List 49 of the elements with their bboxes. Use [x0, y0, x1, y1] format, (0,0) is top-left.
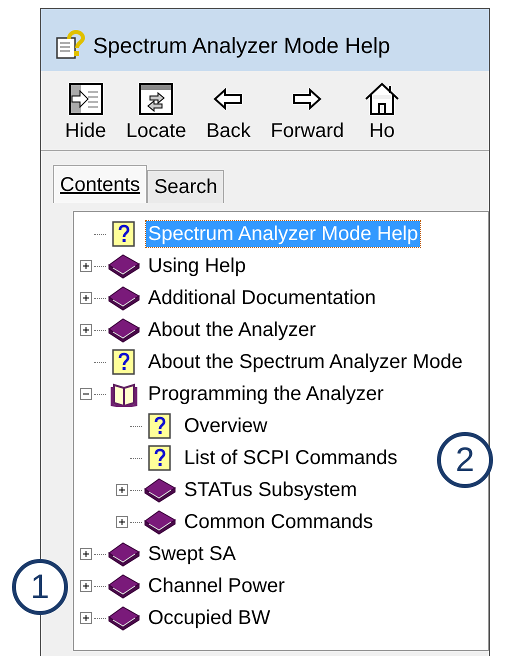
help-page-icon: [112, 349, 136, 375]
toolbar-button[interactable]: Back: [206, 82, 251, 142]
tree-item[interactable]: STATus Subsystem: [182, 477, 360, 503]
book-icon: [107, 605, 141, 631]
tree-item[interactable]: Programming the Analyzer: [146, 381, 386, 407]
tree-item[interactable]: Swept SA: [146, 541, 238, 567]
expand-icon[interactable]: [80, 580, 92, 592]
tree-item[interactable]: Occupied BW: [146, 605, 272, 631]
tab[interactable]: Contents: [53, 165, 148, 203]
tree-item[interactable]: Additional Documentation: [146, 285, 378, 311]
expand-icon[interactable]: [80, 612, 92, 624]
left-arrow-icon: [213, 88, 244, 110]
book-icon: [143, 477, 177, 503]
collapse-icon[interactable]: [80, 388, 92, 400]
book-icon: [107, 541, 141, 567]
book-icon: [107, 317, 141, 343]
window-title: Spectrum Analyzer Mode Help: [93, 32, 390, 60]
help-page-icon: [112, 221, 136, 247]
toolbar-button[interactable]: Hide: [65, 82, 106, 142]
tree-item[interactable]: List of SCPI Commands: [182, 445, 400, 471]
expand-icon[interactable]: [80, 548, 92, 560]
book-icon: [107, 573, 141, 599]
open-book-icon: [110, 381, 138, 407]
help-document-icon: [55, 30, 85, 60]
help-page-icon: [148, 445, 172, 471]
tree-item[interactable]: Channel Power: [146, 573, 287, 599]
tree-item[interactable]: Using Help: [146, 253, 248, 279]
callout-number: 1: [12, 559, 68, 615]
expand-icon[interactable]: [116, 516, 128, 528]
sync-pane-icon: [138, 82, 174, 116]
toolbar-button[interactable]: Ho: [364, 82, 400, 142]
tree-item[interactable]: Overview: [182, 413, 270, 439]
right-arrow-icon: [292, 88, 322, 110]
book-icon: [107, 285, 141, 311]
expand-icon[interactable]: [80, 292, 92, 304]
toolbar-button[interactable]: Forward: [270, 82, 344, 142]
tree-item[interactable]: About the Spectrum Analyzer Mode: [146, 349, 465, 375]
tree-item[interactable]: Common Commands: [182, 509, 375, 535]
hide-pane-icon: [68, 82, 104, 116]
book-icon: [107, 253, 141, 279]
tree-item[interactable]: About the Analyzer: [146, 317, 318, 343]
help-page-icon: [148, 413, 172, 439]
toolbar-button[interactable]: Locate: [126, 82, 186, 142]
home-icon: [364, 82, 400, 116]
expand-icon[interactable]: [80, 260, 92, 272]
expand-icon[interactable]: [116, 484, 128, 496]
book-icon: [143, 509, 177, 535]
tab[interactable]: Search: [147, 170, 224, 203]
expand-icon[interactable]: [80, 324, 92, 336]
